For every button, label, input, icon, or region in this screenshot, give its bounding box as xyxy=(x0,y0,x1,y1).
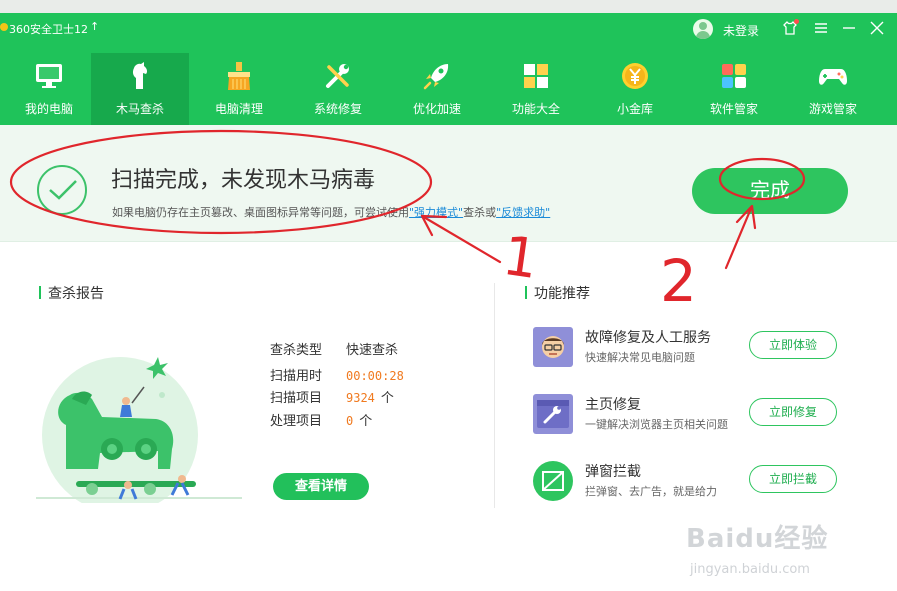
login-link[interactable]: 未登录 xyxy=(723,22,759,39)
grid-icon xyxy=(524,64,548,88)
feature-desc: 一键解决浏览器主页相关问题 xyxy=(585,418,728,431)
desktop-strip xyxy=(0,0,897,13)
rocket-icon xyxy=(423,64,449,90)
popup-block-icon xyxy=(533,461,573,501)
nav-label: 游戏管家 xyxy=(808,102,857,116)
report-row-scan-type: 查杀类型 快速查杀 xyxy=(270,339,398,358)
view-details-button[interactable]: 查看详情 xyxy=(273,473,369,500)
block-now-button[interactable]: 立即拦截 xyxy=(749,465,837,493)
title-bar: 360安全卫士12 ↑ 未登录 xyxy=(0,13,897,45)
feedback-link[interactable]: "反馈求助" xyxy=(496,206,550,219)
report-row-scanned-items: 扫描项目 9324 个 xyxy=(270,387,394,406)
result-title: 扫描完成，未发现木马病毒 xyxy=(111,168,376,193)
watermark-main: Baidu经验 xyxy=(686,524,829,554)
repair-now-button[interactable]: 立即修复 xyxy=(749,398,837,426)
nav-item-game-manager[interactable]: 游戏管家 xyxy=(784,53,882,125)
nav-label: 软件管家 xyxy=(709,102,758,116)
nav-label: 优化加速 xyxy=(412,102,461,116)
header: 360安全卫士12 ↑ 未登录 我的电脑 木马查杀 电脑清理 系统修复 优化加速… xyxy=(0,13,897,125)
apps-icon xyxy=(722,64,746,88)
trojan-horse-icon xyxy=(132,62,148,89)
app-logo-icon xyxy=(0,23,8,31)
nav-item-all-features[interactable]: 功能大全 xyxy=(487,53,585,125)
wrench-icon xyxy=(326,64,349,88)
nav-label: 木马查杀 xyxy=(115,102,164,116)
report-key: 处理项目 xyxy=(270,414,323,429)
broom-icon xyxy=(228,62,250,90)
baidu-watermark: Baidu经验 jingyan.baidu.com xyxy=(686,518,856,588)
nav-item-system-repair[interactable]: 系统修复 xyxy=(289,53,387,125)
support-person-icon xyxy=(533,327,573,367)
panel-divider xyxy=(494,283,495,508)
feature-name: 故障修复及人工服务 xyxy=(585,330,711,346)
hint-prefix: 如果电脑仍存在主页篡改、桌面图标异常等问题，可尝试使用 xyxy=(112,206,409,219)
avatar-icon[interactable] xyxy=(693,19,713,39)
features-section-title: 功能推荐 xyxy=(525,283,590,303)
try-now-button[interactable]: 立即体验 xyxy=(749,331,837,359)
nav-label: 我的电脑 xyxy=(24,102,73,116)
upgrade-arrow-icon[interactable]: ↑ xyxy=(90,20,99,33)
nav-item-cleanup[interactable]: 电脑清理 xyxy=(190,53,288,125)
menu-icon[interactable] xyxy=(810,17,832,39)
nav-label: 小金库 xyxy=(616,102,653,116)
report-unit: 个 xyxy=(359,414,373,429)
coin-icon xyxy=(622,63,648,89)
nav-item-speedup[interactable]: 优化加速 xyxy=(388,53,486,125)
hint-middle: 查杀或 xyxy=(463,206,497,219)
report-value: 0 xyxy=(346,414,354,428)
main-nav: 我的电脑 木马查杀 电脑清理 系统修复 优化加速 功能大全 小金库 软件管家 游… xyxy=(0,53,897,125)
report-key: 扫描用时 xyxy=(270,369,323,384)
nav-label: 功能大全 xyxy=(511,102,560,116)
nav-item-trojan-scan[interactable]: 木马查杀 xyxy=(91,53,189,125)
nav-item-vault[interactable]: 小金库 xyxy=(586,53,684,125)
watermark-url: jingyan.baidu.com xyxy=(690,562,810,577)
feature-name: 弹窗拦截 xyxy=(585,464,641,480)
nav-label: 电脑清理 xyxy=(214,102,263,116)
nav-item-software-manager[interactable]: 软件管家 xyxy=(685,53,783,125)
result-hint: 如果电脑仍存在主页篡改、桌面图标异常等问题，可尝试使用"强力模式"查杀或"反馈求… xyxy=(112,204,550,220)
report-value: 9324 xyxy=(346,391,375,405)
feature-name: 主页修复 xyxy=(585,397,641,413)
feature-desc: 快速解决常见电脑问题 xyxy=(585,351,695,364)
report-row-handled-items: 处理项目 0 个 xyxy=(270,410,372,429)
app-window: 360安全卫士12 ↑ 未登录 我的电脑 木马查杀 电脑清理 系统修复 优化加速… xyxy=(0,13,897,591)
report-section-title: 查杀报告 xyxy=(39,283,104,303)
browser-wrench-icon xyxy=(533,394,573,434)
report-value: 快速查杀 xyxy=(346,343,399,358)
report-value: 00:00:28 xyxy=(346,369,404,383)
report-unit: 个 xyxy=(380,391,394,406)
trojan-horse-illustration xyxy=(36,357,242,503)
scan-result-banner: 扫描完成，未发现木马病毒 如果电脑仍存在主页篡改、桌面图标异常等问题，可尝试使用… xyxy=(0,125,897,242)
feature-item-support: 故障修复及人工服务 快速解决常见电脑问题 立即体验 xyxy=(533,327,843,375)
nav-label: 系统修复 xyxy=(313,102,362,116)
app-title: 360安全卫士12 xyxy=(9,23,88,36)
feature-desc: 拦弹窗、去广告，就是给力 xyxy=(585,485,717,498)
skin-shirt-icon[interactable] xyxy=(779,17,801,39)
report-key: 查杀类型 xyxy=(270,343,323,358)
success-check-icon xyxy=(37,165,87,215)
done-button[interactable]: 完成 xyxy=(692,168,848,214)
annotation-mark-2: 2 xyxy=(660,247,697,315)
feature-item-homepage-repair: 主页修复 一键解决浏览器主页相关问题 立即修复 xyxy=(533,394,843,442)
feature-item-popup-block: 弹窗拦截 拦弹窗、去广告，就是给力 立即拦截 xyxy=(533,461,843,509)
monitor-icon xyxy=(36,64,62,88)
power-mode-link[interactable]: "强力模式" xyxy=(409,206,463,219)
minimize-icon[interactable] xyxy=(838,17,860,39)
close-icon[interactable] xyxy=(866,17,888,39)
nav-item-my-computer[interactable]: 我的电脑 xyxy=(0,53,98,125)
gamepad-icon xyxy=(819,69,847,85)
report-row-scan-time: 扫描用时 00:00:28 xyxy=(270,365,404,384)
report-key: 扫描项目 xyxy=(270,391,323,406)
